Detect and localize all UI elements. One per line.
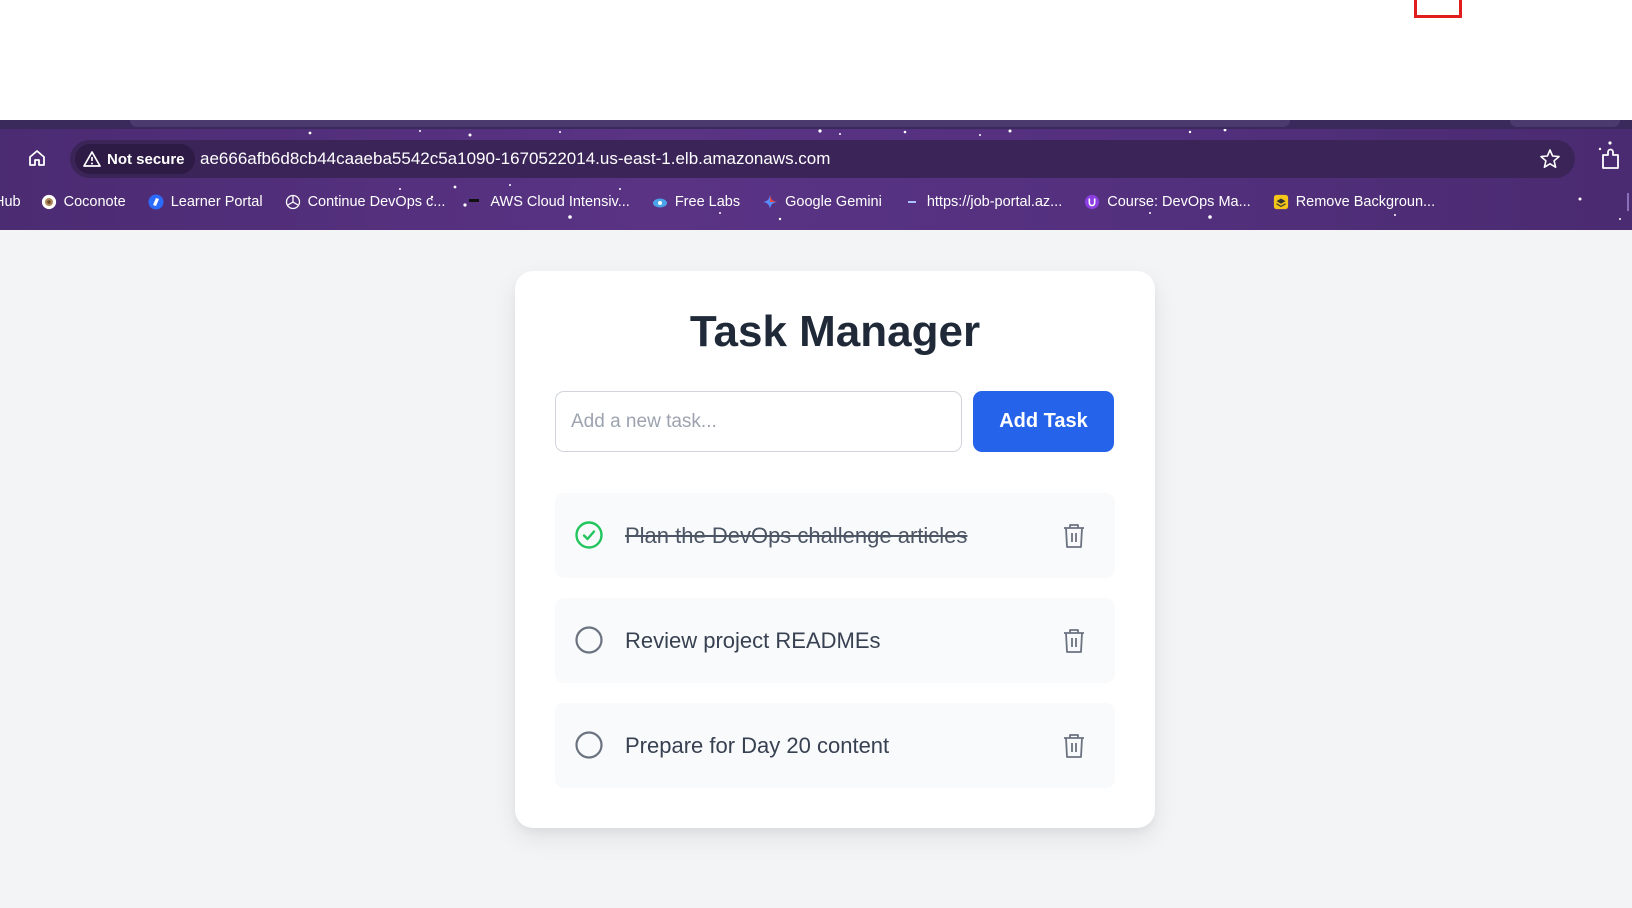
home-button[interactable] (24, 145, 50, 171)
bookmarks-divider (1627, 193, 1629, 211)
security-label: Not secure (107, 150, 185, 168)
bookmark-label: Google Gemini (785, 194, 882, 210)
completed-check-icon[interactable] (575, 521, 603, 549)
tab-strip-tab[interactable] (130, 120, 1290, 127)
bookmark-label: Continue DevOps c... (307, 194, 446, 210)
url-text[interactable]: ae666afb6d8cb44caaeba5542c5a1090-1670522… (200, 140, 830, 178)
bookmark-star-icon[interactable] (1539, 148, 1561, 170)
aws-icon (467, 194, 483, 210)
address-bar[interactable]: Not secure ae666afb6d8cb44caaeba5542c5a1… (70, 140, 1575, 178)
bookmark-label: AWS Cloud Intensiv... (490, 194, 630, 210)
page-title: Task Manager (689, 307, 981, 356)
bookmark-label: Hub (0, 194, 21, 210)
red-highlight-box (1414, 0, 1462, 18)
bookmark-free-labs[interactable]: Free Labs (652, 194, 740, 210)
task-manager-card: Task Manager Add Task Plan the DevOps ch… (515, 271, 1155, 828)
incomplete-circle-icon[interactable] (575, 731, 603, 759)
bookmark-remove-background[interactable]: Remove Backgroun... (1273, 194, 1435, 210)
link-icon (904, 194, 920, 210)
extensions-icon[interactable] (1598, 147, 1624, 173)
free-labs-icon (652, 194, 668, 210)
security-indicator[interactable]: Not secure (75, 144, 195, 174)
task-item: Review project READMEs (555, 598, 1115, 683)
bookmark-label: Coconote (63, 194, 126, 210)
bookmark-continue-devops[interactable]: Continue DevOps c... (285, 194, 446, 210)
browser-toolbar: Not secure ae666afb6d8cb44caaeba5542c5a1… (0, 129, 1632, 230)
bookmark-hub[interactable]: Hub (0, 194, 21, 210)
bookmark-label: Free Labs (674, 194, 741, 210)
tab-strip (0, 120, 1632, 129)
bookmark-job-portal[interactable]: https://job-portal.az... (904, 194, 1062, 210)
tab-strip-tab[interactable] (1510, 120, 1620, 127)
task-text: Plan the DevOps challenge articles (625, 523, 968, 548)
bookmarks-bar: Hub Coconote Learner Portal Continue Dev… (0, 185, 1457, 219)
bookmark-label: Learner Portal (170, 194, 263, 210)
task-text: Prepare for Day 20 content (625, 733, 890, 758)
home-icon (29, 150, 45, 166)
bookmark-label: Course: DevOps Ma... (1107, 194, 1251, 210)
bookmark-aws-cloud[interactable]: AWS Cloud Intensiv... (467, 194, 630, 210)
learner-portal-icon (148, 194, 164, 210)
incomplete-circle-icon[interactable] (575, 626, 603, 654)
bookmark-learner-portal[interactable]: Learner Portal (148, 194, 263, 210)
task-item: Prepare for Day 20 content (555, 703, 1115, 788)
task-list: Plan the DevOps challenge articles Revie… (555, 493, 1115, 808)
chatgpt-icon (285, 194, 301, 210)
trash-icon[interactable] (1062, 628, 1086, 654)
course-icon (1084, 194, 1100, 210)
add-task-button[interactable]: Add Task (973, 391, 1114, 452)
trash-icon[interactable] (1062, 523, 1086, 549)
bookmark-google-gemini[interactable]: Google Gemini (762, 194, 882, 210)
task-item: Plan the DevOps challenge articles (555, 493, 1115, 578)
bookmark-label: Remove Backgroun... (1295, 194, 1436, 210)
new-task-input[interactable] (555, 391, 962, 452)
page-top-blank (0, 0, 1632, 120)
gemini-icon (762, 194, 778, 210)
trash-icon[interactable] (1062, 733, 1086, 759)
bookmark-label: https://job-portal.az... (926, 194, 1063, 210)
remove-bg-icon (1273, 194, 1289, 210)
warning-icon (83, 151, 101, 167)
task-text: Review project READMEs (625, 628, 881, 653)
bookmark-course-devops[interactable]: Course: DevOps Ma... (1084, 194, 1251, 210)
coconote-icon (41, 194, 57, 210)
bookmark-coconote[interactable]: Coconote (41, 194, 126, 210)
